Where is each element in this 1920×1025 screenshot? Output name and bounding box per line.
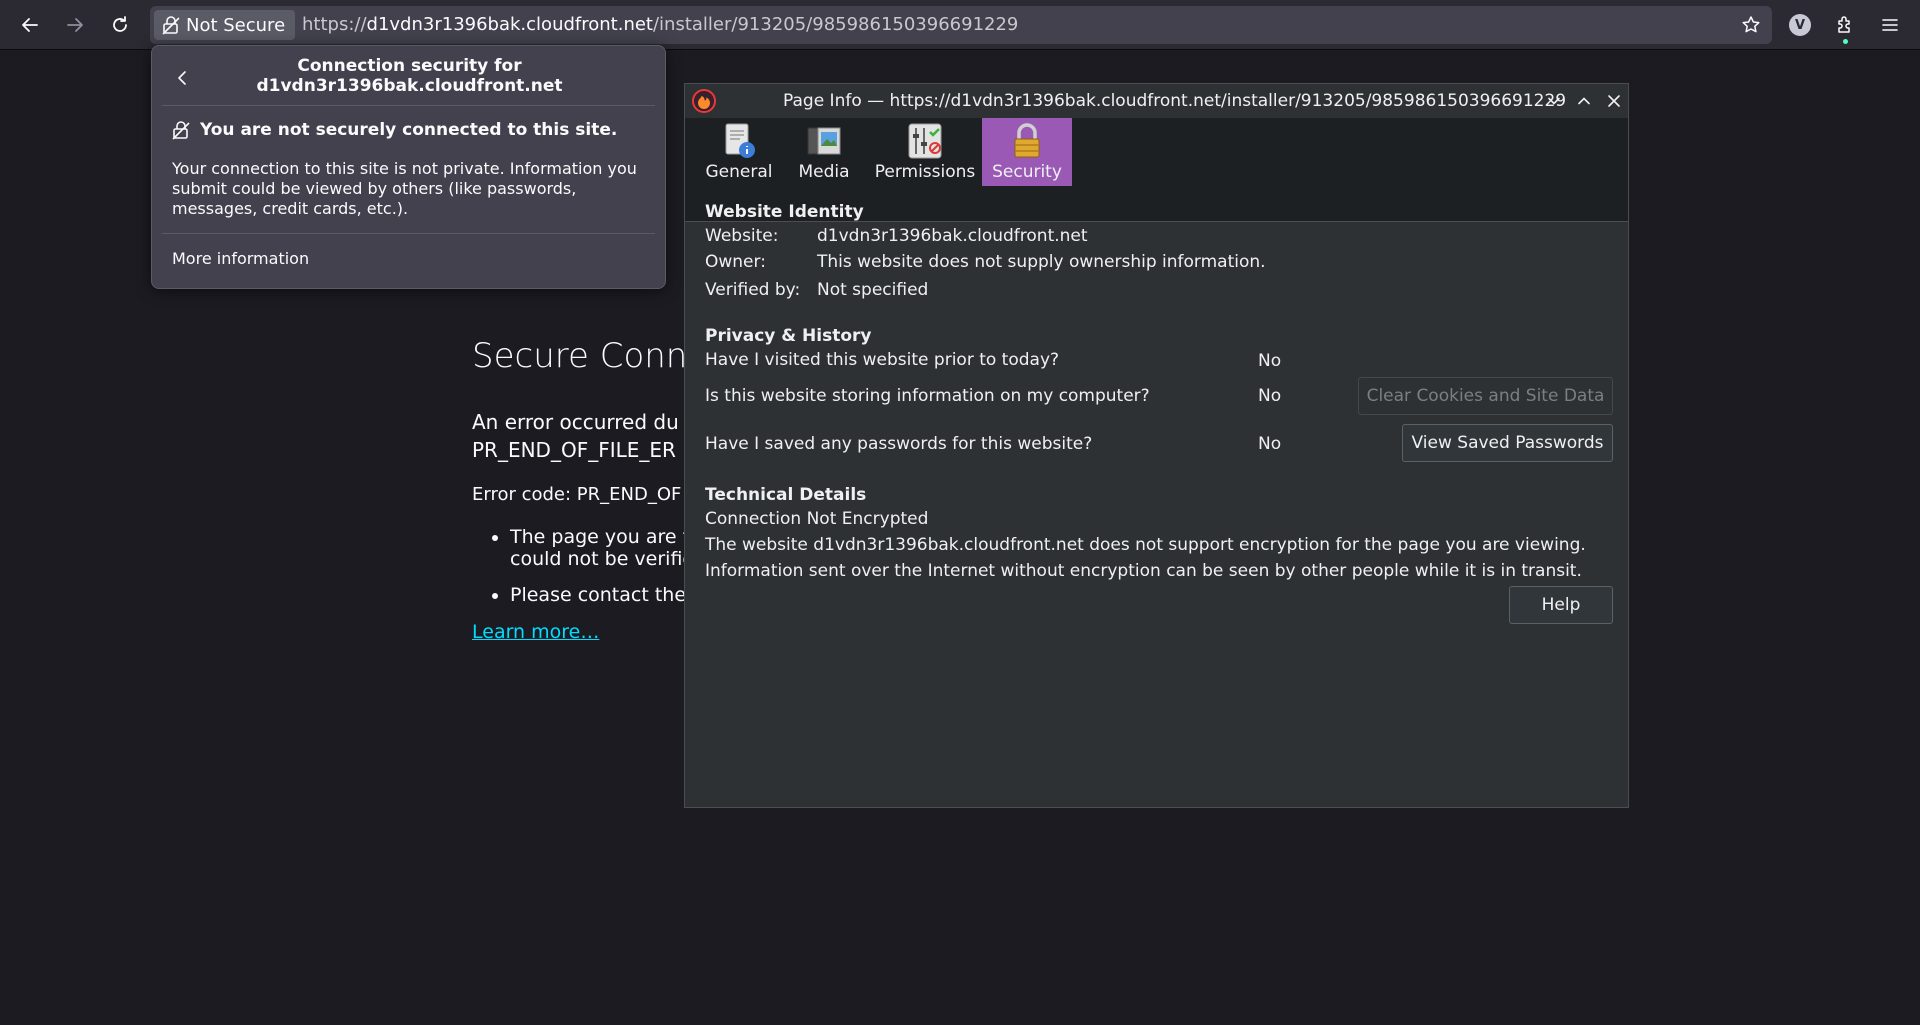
divider xyxy=(162,233,655,234)
more-information-button[interactable]: More information xyxy=(172,249,309,268)
view-saved-passwords-button[interactable]: View Saved Passwords xyxy=(1402,424,1613,462)
tab-media[interactable]: Media xyxy=(790,118,858,186)
learn-more-link[interactable]: Learn more… xyxy=(472,621,599,643)
storing-question: Is this website storing information on m… xyxy=(705,386,1150,406)
reload-button[interactable] xyxy=(104,9,136,41)
document-info-icon xyxy=(725,123,755,158)
permissions-icon xyxy=(908,123,942,159)
reload-icon xyxy=(113,16,127,32)
insecure-lock-icon xyxy=(162,16,180,35)
popup-heading: Connection security for d1vdn3r1396bak.c… xyxy=(202,56,617,96)
back-button[interactable] xyxy=(14,9,46,41)
url-host: d1vdn3r1396bak.cloudfront.net xyxy=(366,14,653,35)
owner-label: Owner: xyxy=(705,252,766,272)
extension-badge xyxy=(1843,39,1848,44)
account-button[interactable]: V xyxy=(1784,9,1816,41)
identity-label: Not Secure xyxy=(186,14,286,36)
arrow-right-icon xyxy=(67,18,83,32)
technical-details-heading: Technical Details xyxy=(705,485,867,505)
tab-security[interactable]: Security xyxy=(982,118,1072,186)
passwords-answer: No xyxy=(1258,434,1282,454)
verified-value: Not specified xyxy=(817,280,929,300)
menu-button[interactable] xyxy=(1874,9,1906,41)
not-secure-text: You are not securely connected to this s… xyxy=(200,120,618,140)
visited-question: Have I visited this website prior to tod… xyxy=(705,350,1060,370)
tech-line-3: Information sent over the Internet witho… xyxy=(705,561,1582,581)
tab-permissions[interactable]: Permissions xyxy=(872,118,978,186)
puzzle-icon xyxy=(1838,16,1850,33)
extensions-button[interactable] xyxy=(1829,9,1861,44)
popup-heading-line1: Connection security for xyxy=(297,56,522,76)
visited-answer: No xyxy=(1258,351,1282,371)
privacy-history-heading: Privacy & History xyxy=(705,326,872,346)
identity-button[interactable]: Not Secure xyxy=(154,10,296,40)
popup-body-text: Your connection to this site is not priv… xyxy=(172,159,637,218)
dialog-titlebar: Page Info — https://d1vdn3r1396bak.cloud… xyxy=(685,84,1628,118)
maximize-button[interactable] xyxy=(1572,89,1596,113)
chevron-down-icon xyxy=(1548,97,1560,105)
firefox-logo-icon xyxy=(692,89,716,113)
popup-back-button[interactable] xyxy=(166,62,198,94)
tab-label: Security xyxy=(992,162,1062,182)
divider xyxy=(162,105,655,106)
browser-toolbar: Not Secure https://d1vdn3r1396bak.cloudf… xyxy=(0,0,1920,50)
page-info-dialog: Page Info — https://d1vdn3r1396bak.cloud… xyxy=(684,83,1629,808)
storing-answer: No xyxy=(1258,386,1282,406)
bookmark-button[interactable] xyxy=(1738,12,1764,38)
close-button[interactable] xyxy=(1602,89,1626,113)
error-title: Secure Conne xyxy=(472,336,709,376)
help-button[interactable]: Help xyxy=(1509,586,1613,624)
url-path: /installer/913205/985986150396691229 xyxy=(652,14,1019,35)
url-bar[interactable]: Not Secure https://d1vdn3r1396bak.cloudf… xyxy=(150,6,1772,44)
clear-cookies-button[interactable]: Clear Cookies and Site Data xyxy=(1358,377,1613,415)
chevron-left-icon xyxy=(178,71,186,85)
dialog-title: Page Info — https://d1vdn3r1396bak.cloud… xyxy=(783,91,1567,111)
tab-label: Media xyxy=(798,162,850,182)
insecure-lock-icon xyxy=(172,121,190,140)
tab-general[interactable]: General xyxy=(705,118,773,186)
verified-label: Verified by: xyxy=(705,280,801,300)
popup-heading-line2: d1vdn3r1396bak.cloudfront.net xyxy=(256,76,563,96)
passwords-question: Have I saved any passwords for this webs… xyxy=(705,434,1093,454)
close-icon xyxy=(1608,95,1620,107)
chevron-up-icon xyxy=(1578,97,1590,105)
tech-line-1: Connection Not Encrypted xyxy=(705,509,929,529)
website-identity-heading: Website Identity xyxy=(705,202,864,222)
padlock-icon xyxy=(1014,123,1040,158)
minimize-button[interactable] xyxy=(1542,89,1566,113)
not-secure-row: You are not securely connected to this s… xyxy=(172,120,617,140)
media-icon xyxy=(807,127,841,155)
website-value: d1vdn3r1396bak.cloudfront.net xyxy=(817,226,1088,246)
website-label: Website: xyxy=(705,226,779,246)
arrow-left-icon xyxy=(22,18,38,32)
url-scheme: https:// xyxy=(302,14,367,35)
tech-line-2: The website d1vdn3r1396bak.cloudfront.ne… xyxy=(705,535,1586,555)
tab-label: Permissions xyxy=(874,162,976,182)
connection-security-popup: Connection security for d1vdn3r1396bak.c… xyxy=(151,45,666,289)
error-code: Error code: PR_END_OF xyxy=(472,484,682,505)
url-text[interactable]: https://d1vdn3r1396bak.cloudfront.net/in… xyxy=(302,14,1018,35)
avatar: V xyxy=(1789,14,1811,36)
forward-button[interactable] xyxy=(59,9,91,41)
star-icon xyxy=(1742,16,1760,33)
hamburger-icon xyxy=(1882,19,1898,31)
owner-value: This website does not supply ownership i… xyxy=(817,252,1266,272)
tab-label: General xyxy=(705,162,773,182)
